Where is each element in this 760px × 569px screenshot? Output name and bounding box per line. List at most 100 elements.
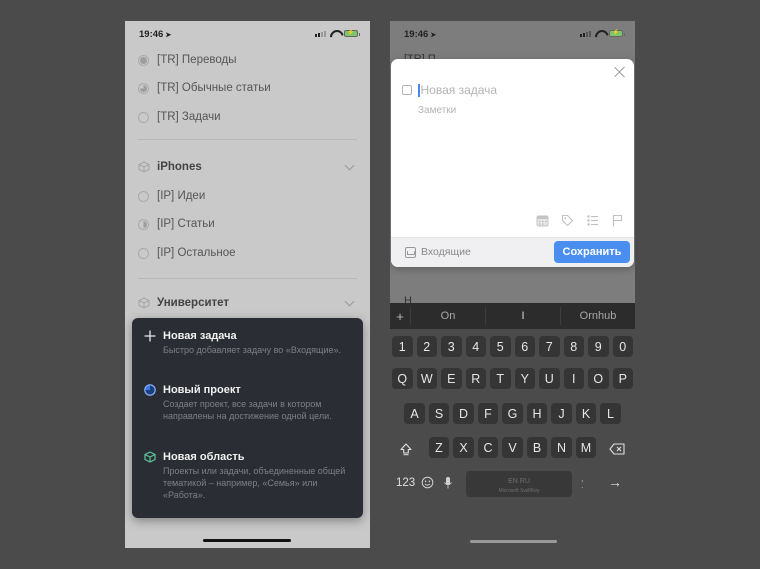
area-title: Университет — [157, 297, 230, 309]
suggestion-item[interactable]: Ornhub — [560, 307, 635, 325]
menu-item-title: Новая задача — [163, 330, 237, 342]
suggestion-item[interactable]: I — [485, 307, 560, 325]
progress-pie-icon — [138, 54, 149, 66]
microphone-icon[interactable] — [443, 476, 453, 490]
menu-item-new-project[interactable]: Новый проект Создает проект, все задачи … — [144, 384, 353, 422]
keyboard-row-2: ASDFGHJKL — [390, 403, 635, 424]
key[interactable]: V — [502, 437, 523, 458]
key[interactable]: P — [612, 368, 633, 389]
checklist-icon[interactable] — [586, 214, 599, 227]
key[interactable]: 1 — [392, 336, 413, 357]
home-indicator[interactable] — [203, 539, 291, 542]
project-item[interactable]: [IP] Идеи — [138, 190, 205, 202]
area-header-iphones[interactable]: iPhones — [138, 160, 357, 173]
status-time: 19:46 ➤ — [404, 29, 437, 40]
project-label: [IP] Статьи — [157, 218, 215, 230]
key[interactable]: M — [575, 437, 597, 458]
numbers-key[interactable]: 123 — [396, 477, 415, 489]
menu-item-description: Проекты или задачи, объединенные общей т… — [163, 466, 346, 500]
key[interactable]: N — [551, 437, 572, 458]
key[interactable]: 2 — [416, 336, 437, 357]
key[interactable]: 5 — [490, 336, 511, 357]
key[interactable]: J — [551, 403, 572, 424]
divider — [138, 139, 357, 140]
menu-item-description: Создает проект, все задачи в котором нап… — [163, 399, 332, 421]
menu-item-title: Новая область — [163, 451, 245, 463]
key[interactable]: Q — [392, 368, 413, 389]
key[interactable]: 0 — [612, 336, 633, 357]
key[interactable]: W — [416, 368, 437, 389]
key[interactable]: Y — [514, 368, 535, 389]
key[interactable]: U — [539, 368, 560, 389]
punctuation-key[interactable]: ,. — [581, 474, 584, 490]
key[interactable]: 4 — [465, 336, 486, 357]
key[interactable]: F — [477, 403, 499, 424]
project-item[interactable]: [IP] Статьи — [138, 218, 215, 230]
key[interactable]: D — [453, 403, 474, 424]
key[interactable]: B — [526, 437, 548, 458]
project-item[interactable]: [TR] Переводы — [138, 54, 236, 66]
menu-item-new-area[interactable]: Новая область Проекты или задачи, объеди… — [144, 451, 353, 501]
project-pie-icon — [144, 384, 156, 396]
key[interactable]: R — [465, 368, 486, 389]
key[interactable]: 7 — [539, 336, 560, 357]
project-label: [TR] Переводы — [157, 54, 237, 66]
new-task-dialog: Входящие Сохранить — [391, 59, 634, 267]
key[interactable]: 8 — [563, 336, 584, 357]
cellular-signal-icon — [315, 30, 326, 37]
key[interactable]: 6 — [514, 336, 535, 357]
close-icon[interactable] — [614, 66, 626, 78]
task-title-input[interactable] — [420, 83, 601, 97]
key[interactable]: I — [563, 368, 584, 389]
key[interactable]: E — [441, 368, 462, 389]
area-header-university[interactable]: Университет — [138, 296, 357, 309]
task-notes-input[interactable] — [418, 105, 618, 116]
status-bar: 19:46 ➤ ⚡ — [125, 21, 370, 49]
area-cube-icon — [138, 161, 150, 173]
calendar-icon[interactable] — [536, 214, 549, 227]
key[interactable]: L — [600, 403, 621, 424]
chevron-down-icon[interactable] — [344, 296, 355, 306]
key[interactable]: S — [428, 403, 450, 424]
project-item[interactable]: [TR] Обычные статьи — [138, 82, 271, 94]
status-time: 19:46 ➤ — [139, 29, 172, 40]
chevron-down-icon[interactable] — [344, 160, 355, 170]
home-indicator[interactable] — [470, 540, 557, 543]
project-item[interactable]: [IP] Остальное — [138, 247, 236, 259]
destination-label: Входящие — [421, 246, 471, 258]
destination-picker[interactable]: Входящие — [405, 246, 471, 258]
project-item[interactable]: [TR] Задачи — [138, 111, 221, 123]
battery-charging-icon: ⚡ — [344, 30, 360, 37]
area-cube-icon — [138, 297, 150, 309]
key[interactable]: C — [477, 437, 499, 458]
progress-pie-icon — [138, 111, 149, 123]
emoji-icon[interactable] — [421, 476, 434, 489]
keyboard-row-3: ZXCVBNM — [390, 437, 635, 458]
key[interactable]: H — [526, 403, 548, 424]
shift-icon[interactable] — [399, 442, 413, 456]
backspace-icon[interactable] — [609, 443, 625, 455]
text-caret — [418, 83, 420, 97]
key[interactable]: Z — [428, 437, 450, 458]
divider — [138, 278, 357, 279]
key[interactable]: O — [588, 368, 609, 389]
space-key[interactable]: EN RU Microsoft SwiftKey — [466, 471, 572, 497]
plus-icon[interactable]: + — [390, 309, 410, 324]
menu-item-new-task[interactable]: Новая задача Быстро добавляет задачу во … — [144, 330, 353, 356]
keyboard-suggestion-bar: + On I Ornhub — [390, 303, 635, 329]
key[interactable]: 3 — [441, 336, 462, 357]
key[interactable]: X — [453, 437, 474, 458]
space-key-brand: Microsoft SwiftKey — [498, 488, 540, 494]
suggestion-item[interactable]: On — [410, 307, 485, 325]
task-checkbox[interactable] — [402, 85, 412, 95]
key[interactable]: A — [404, 403, 425, 424]
key[interactable]: 9 — [588, 336, 609, 357]
flag-icon[interactable] — [611, 214, 624, 227]
return-key[interactable]: → — [608, 474, 622, 490]
key[interactable]: K — [575, 403, 597, 424]
save-button[interactable]: Сохранить — [554, 241, 630, 263]
key[interactable]: T — [490, 368, 511, 389]
tag-icon[interactable] — [561, 214, 574, 227]
add-menu-popup: Новая задача Быстро добавляет задачу во … — [132, 318, 363, 518]
key[interactable]: G — [502, 403, 523, 424]
